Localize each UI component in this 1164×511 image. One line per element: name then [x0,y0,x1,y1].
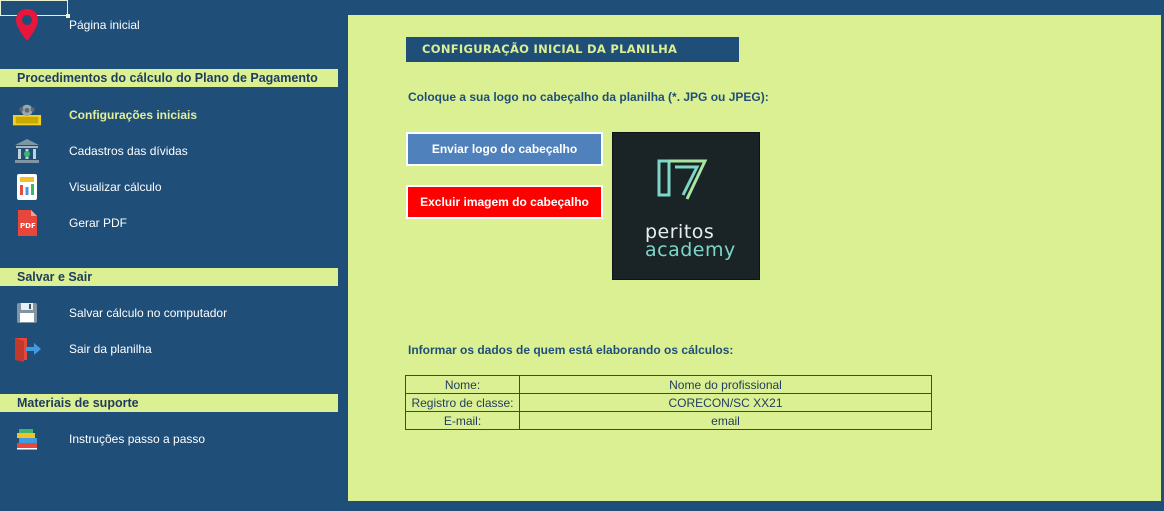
upload-logo-button[interactable]: Enviar logo do cabeçalho [406,132,603,166]
table-row: Nome: Nome do profissional [405,375,932,394]
nav-instrucoes-label: Instruções passo a passo [69,432,206,446]
nav-gerar-pdf[interactable]: PDF Gerar PDF [0,208,338,238]
main-panel: CONFIGURAÇÃO INICIAL DA PLANILHA Coloque… [348,15,1161,501]
author-info-table: Nome: Nome do profissional Registro de c… [405,375,932,430]
nav-salvar-calculo[interactable]: Salvar cálculo no computador [0,298,338,328]
logo-text-academy: academy [645,239,736,261]
nav-home[interactable]: Página inicial [0,9,338,41]
registration-field[interactable]: CORECON/SC XX21 [519,393,932,412]
row-key-nome: Nome: [405,375,520,394]
section-header-materiais: Materiais de suporte [0,394,338,412]
nav-sair-planilha-label: Sair da planilha [69,342,152,356]
pdf-icon: PDF [12,208,42,238]
map-pin-icon [12,9,42,41]
table-row: Registro de classe: CORECON/SC XX21 [405,393,932,412]
peritos-logo-mark-icon [657,159,708,200]
nav-salvar-calculo-label: Salvar cálculo no computador [69,306,228,320]
nav-cadastros-dividas[interactable]: Cadastros das dívidas [0,136,338,166]
nav-visualizar-calculo-label: Visualizar cálculo [69,180,162,194]
exit-door-icon [12,334,42,364]
nav-configuracoes-iniciais-label: Configurações iniciais [69,108,198,122]
svg-text:PDF: PDF [20,222,36,230]
nav-sair-planilha[interactable]: Sair da planilha [0,334,338,364]
email-field[interactable]: email [519,411,932,430]
sidebar: Página inicial Procedimentos do cálculo … [0,0,340,511]
nav-cadastros-dividas-label: Cadastros das dívidas [69,144,188,158]
table-row: E-mail: email [405,411,932,430]
nav-configuracoes-iniciais[interactable]: Configurações iniciais [0,100,338,130]
nav-visualizar-calculo[interactable]: Visualizar cálculo [0,172,338,202]
page-title: CONFIGURAÇÃO INICIAL DA PLANILHA [406,37,739,62]
row-key-registro: Registro de classe: [405,393,520,412]
nav-gerar-pdf-label: Gerar PDF [69,216,128,230]
settings-money-icon [12,100,42,130]
books-icon [12,424,42,454]
section-header-salvar-sair: Salvar e Sair [0,268,338,286]
nav-home-label: Página inicial [69,18,140,32]
author-info-label: Informar os dados de quem está elaborand… [408,343,734,357]
logo-instruction: Coloque a sua logo no cabeçalho da plani… [408,90,769,104]
nav-instrucoes[interactable]: Instruções passo a passo [0,424,338,454]
bank-icon [12,136,42,166]
delete-logo-button[interactable]: Excluir imagem do cabeçalho [406,185,603,219]
section-header-procedimentos: Procedimentos do cálculo do Plano de Pag… [0,69,338,87]
header-logo-preview: peritos academy [612,132,760,280]
name-field[interactable]: Nome do profissional [519,375,932,394]
floppy-disk-icon [12,298,42,328]
row-key-email: E-mail: [405,411,520,430]
calculator-icon [12,172,42,202]
